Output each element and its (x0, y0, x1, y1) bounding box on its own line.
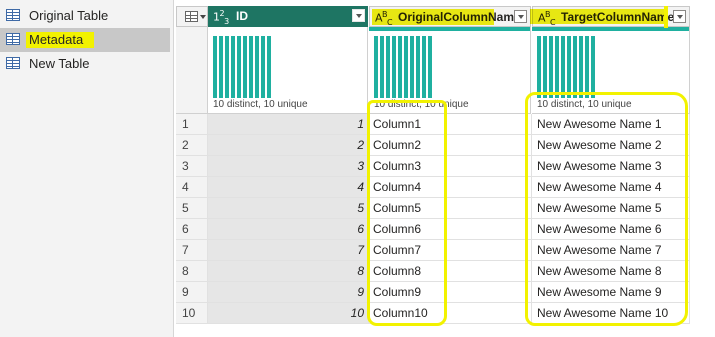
query-label: Original Table (29, 8, 109, 23)
cell-original-column-name[interactable]: Column1 (369, 114, 532, 135)
row-number[interactable]: 5 (176, 198, 208, 219)
table-menu-button[interactable] (176, 6, 208, 27)
row-number[interactable]: 8 (176, 261, 208, 282)
table-icon (6, 57, 20, 69)
row-number[interactable]: 1 (176, 114, 208, 135)
filter-dropdown-button[interactable] (514, 10, 527, 23)
column-header-id[interactable]: 123 ID (208, 6, 368, 27)
cell-original-column-name[interactable]: Column8 (369, 261, 532, 282)
cell-target-column-name[interactable]: New Awesome Name 8 (532, 261, 690, 282)
query-label: Metadata (29, 32, 84, 47)
row-number[interactable]: 10 (176, 303, 208, 324)
cell-id[interactable]: 7 (208, 240, 369, 261)
table-icon (6, 33, 20, 45)
table-row: 6 6 Column6 New Awesome Name 6 (176, 219, 690, 240)
table-icon (6, 9, 20, 21)
table-row: 5 5 Column5 New Awesome Name 5 (176, 198, 690, 219)
cell-id[interactable]: 4 (208, 177, 369, 198)
column-profile-id: 10 distinct, 10 unique (208, 27, 368, 114)
table-row: 4 4 Column4 New Awesome Name 4 (176, 177, 690, 198)
cell-target-column-name[interactable]: New Awesome Name 1 (532, 114, 690, 135)
quality-bar (532, 27, 689, 31)
column-name: ID (236, 9, 248, 23)
profile-stats: 10 distinct, 10 unique (213, 99, 308, 110)
cell-id[interactable]: 10 (208, 303, 369, 324)
cell-target-column-name[interactable]: New Awesome Name 6 (532, 219, 690, 240)
whole-number-type-icon[interactable]: 123 (213, 9, 229, 26)
column-profile-target-column-name: 10 distinct, 10 unique (532, 27, 690, 114)
cell-id[interactable]: 5 (208, 198, 369, 219)
column-profile-original-column-name: 10 distinct, 10 unique (369, 27, 531, 114)
cell-original-column-name[interactable]: Column7 (369, 240, 532, 261)
filter-dropdown-button[interactable] (673, 10, 686, 23)
query-item-metadata[interactable]: Metadata (0, 28, 170, 52)
cell-original-column-name[interactable]: Column2 (369, 135, 532, 156)
column-header-target-column-name[interactable]: ABC TargetColumnName (532, 6, 690, 27)
column-header-original-column-name[interactable]: ABC OriginalColumnName (369, 6, 531, 27)
filter-dropdown-button[interactable] (352, 9, 365, 22)
cell-original-column-name[interactable]: Column6 (369, 219, 532, 240)
cell-id[interactable]: 3 (208, 156, 369, 177)
distribution-histogram (537, 36, 595, 98)
cell-id[interactable]: 8 (208, 261, 369, 282)
row-number[interactable]: 3 (176, 156, 208, 177)
cell-id[interactable]: 1 (208, 114, 369, 135)
query-item-original-table[interactable]: Original Table (0, 4, 170, 28)
cell-target-column-name[interactable]: New Awesome Name 4 (532, 177, 690, 198)
cell-original-column-name[interactable]: Column3 (369, 156, 532, 177)
cell-target-column-name[interactable]: New Awesome Name 5 (532, 198, 690, 219)
row-number[interactable]: 9 (176, 282, 208, 303)
data-grid: 123 ID ABC OriginalColumnName ABC Target… (176, 0, 715, 337)
table-row: 7 7 Column7 New Awesome Name 7 (176, 240, 690, 261)
cell-target-column-name[interactable]: New Awesome Name 9 (532, 282, 690, 303)
distribution-histogram (213, 36, 271, 98)
cell-original-column-name[interactable]: Column9 (369, 282, 532, 303)
cell-target-column-name[interactable]: New Awesome Name 2 (532, 135, 690, 156)
cell-id[interactable]: 2 (208, 135, 369, 156)
table-row: 1 1 Column1 New Awesome Name 1 (176, 114, 690, 135)
table-row: 3 3 Column3 New Awesome Name 3 (176, 156, 690, 177)
profile-corner (176, 27, 208, 114)
profile-stats: 10 distinct, 10 unique (537, 99, 632, 110)
cell-original-column-name[interactable]: Column5 (369, 198, 532, 219)
cell-target-column-name[interactable]: New Awesome Name 3 (532, 156, 690, 177)
text-type-icon[interactable]: ABC (375, 10, 393, 27)
profile-stats: 10 distinct, 10 unique (374, 99, 469, 110)
row-number[interactable]: 2 (176, 135, 208, 156)
table-row: 2 2 Column2 New Awesome Name 2 (176, 135, 690, 156)
column-name: TargetColumnName (561, 10, 675, 24)
column-name: OriginalColumnName (398, 10, 521, 24)
table-row: 10 10 Column10 New Awesome Name 10 (176, 303, 690, 324)
row-number[interactable]: 4 (176, 177, 208, 198)
row-number[interactable]: 6 (176, 219, 208, 240)
query-label: New Table (29, 56, 90, 71)
chevron-down-icon (200, 15, 206, 19)
queries-pane: Original Table Metadata New Table (0, 0, 174, 337)
cell-id[interactable]: 9 (208, 282, 369, 303)
table-row: 8 8 Column8 New Awesome Name 8 (176, 261, 690, 282)
quality-bar (369, 27, 530, 31)
cell-original-column-name[interactable]: Column4 (369, 177, 532, 198)
cell-target-column-name[interactable]: New Awesome Name 10 (532, 303, 690, 324)
text-type-icon[interactable]: ABC (538, 10, 556, 27)
cell-target-column-name[interactable]: New Awesome Name 7 (532, 240, 690, 261)
cell-original-column-name[interactable]: Column10 (369, 303, 532, 324)
cell-id[interactable]: 6 (208, 219, 369, 240)
distribution-histogram (374, 36, 432, 98)
row-number[interactable]: 7 (176, 240, 208, 261)
table-icon (185, 11, 198, 22)
table-row: 9 9 Column9 New Awesome Name 9 (176, 282, 690, 303)
query-item-new-table[interactable]: New Table (0, 52, 170, 76)
